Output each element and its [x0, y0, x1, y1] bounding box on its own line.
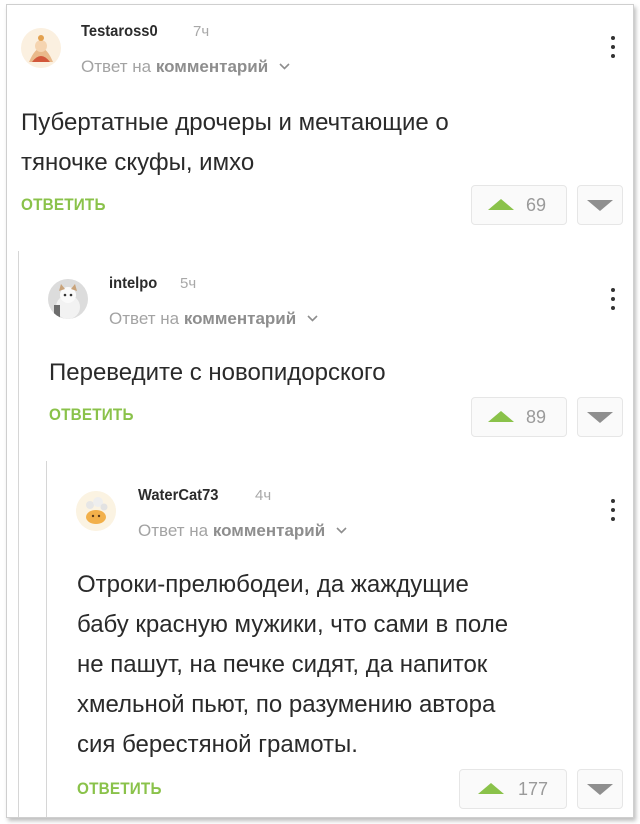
comment-text: Пубертатные дрочеры и мечтающие о тяночк…: [21, 103, 449, 183]
timestamp: 7ч: [193, 23, 210, 40]
avatar-image: [48, 279, 88, 319]
more-options-icon[interactable]: [610, 288, 616, 314]
reply-button[interactable]: ОТВЕТИТЬ: [49, 405, 134, 425]
comment-text-line: Отроки-прелюбодеи, да жаждущие: [77, 571, 469, 598]
downvote-button[interactable]: [577, 769, 623, 809]
username[interactable]: Testaross0: [81, 23, 158, 41]
avatar-image: [76, 491, 116, 531]
avatar[interactable]: [21, 28, 61, 68]
thread-line-level-1: [18, 251, 19, 817]
reply-button[interactable]: ОТВЕТИТЬ: [21, 195, 106, 215]
comment-text-line: не пашут, на печке сидят, да напиток: [77, 651, 488, 678]
triangle-down-icon: [587, 200, 613, 211]
reply-to-prefix: Ответ на: [81, 57, 152, 76]
reply-to-target[interactable]: комментарий: [184, 309, 296, 328]
avatar[interactable]: [76, 491, 116, 531]
more-options-icon[interactable]: [610, 36, 616, 62]
triangle-down-icon: [587, 412, 613, 423]
comment-text-line: бабу красную мужики, что сами в поле: [77, 611, 509, 638]
reply-button[interactable]: ОТВЕТИТЬ: [77, 779, 162, 799]
avatar-image: [21, 28, 61, 68]
comment-text-line: тяночке скуфы, имхо: [21, 149, 255, 176]
timestamp: 4ч: [255, 487, 272, 504]
reply-to-prefix: Ответ на: [138, 521, 209, 540]
thread-line-level-2: [46, 461, 47, 817]
downvote-button[interactable]: [577, 397, 623, 437]
more-options-icon[interactable]: [610, 499, 616, 525]
comment-text-line: Переведите с новопидорского: [49, 359, 386, 386]
rating-count: 177: [518, 779, 549, 799]
username[interactable]: intelpo: [109, 275, 157, 293]
avatar[interactable]: [48, 279, 88, 319]
reply-to-target[interactable]: комментарий: [156, 57, 268, 76]
reply-to-target[interactable]: комментарий: [213, 521, 325, 540]
comment-text-line: хмельной пьют, по разумению автора: [77, 691, 496, 718]
upvote-button[interactable]: 89: [471, 397, 567, 437]
comment-thread: Testaross0 7ч Ответ на комментарий Пубер…: [6, 4, 634, 818]
triangle-down-icon: [587, 784, 613, 795]
triangle-up-icon: [488, 199, 514, 210]
comment-text: Отроки-прелюбодеи, да жаждущие бабу крас…: [77, 565, 508, 765]
chevron-down-icon[interactable]: [307, 307, 318, 327]
reply-to-link[interactable]: Ответ на комментарий: [138, 519, 347, 541]
downvote-button[interactable]: [577, 185, 623, 225]
triangle-up-icon: [478, 783, 504, 794]
rating-count: 69: [526, 195, 547, 215]
username[interactable]: WaterCat73: [138, 487, 218, 505]
triangle-up-icon: [488, 411, 514, 422]
comment-text: Переведите с новопидорского: [49, 353, 386, 393]
upvote-button[interactable]: 69: [471, 185, 567, 225]
comment-text-line: Пубертатные дрочеры и мечтающие о: [21, 109, 449, 136]
timestamp: 5ч: [180, 275, 197, 292]
reply-to-link[interactable]: Ответ на комментарий: [81, 55, 290, 77]
upvote-button[interactable]: 177: [459, 769, 567, 809]
chevron-down-icon[interactable]: [336, 519, 347, 539]
reply-to-link[interactable]: Ответ на комментарий: [109, 307, 318, 329]
reply-to-prefix: Ответ на: [109, 309, 180, 328]
rating-count: 89: [526, 407, 547, 427]
chevron-down-icon[interactable]: [279, 55, 290, 75]
comment-text-line: сия берестяной грамоты.: [77, 731, 358, 758]
